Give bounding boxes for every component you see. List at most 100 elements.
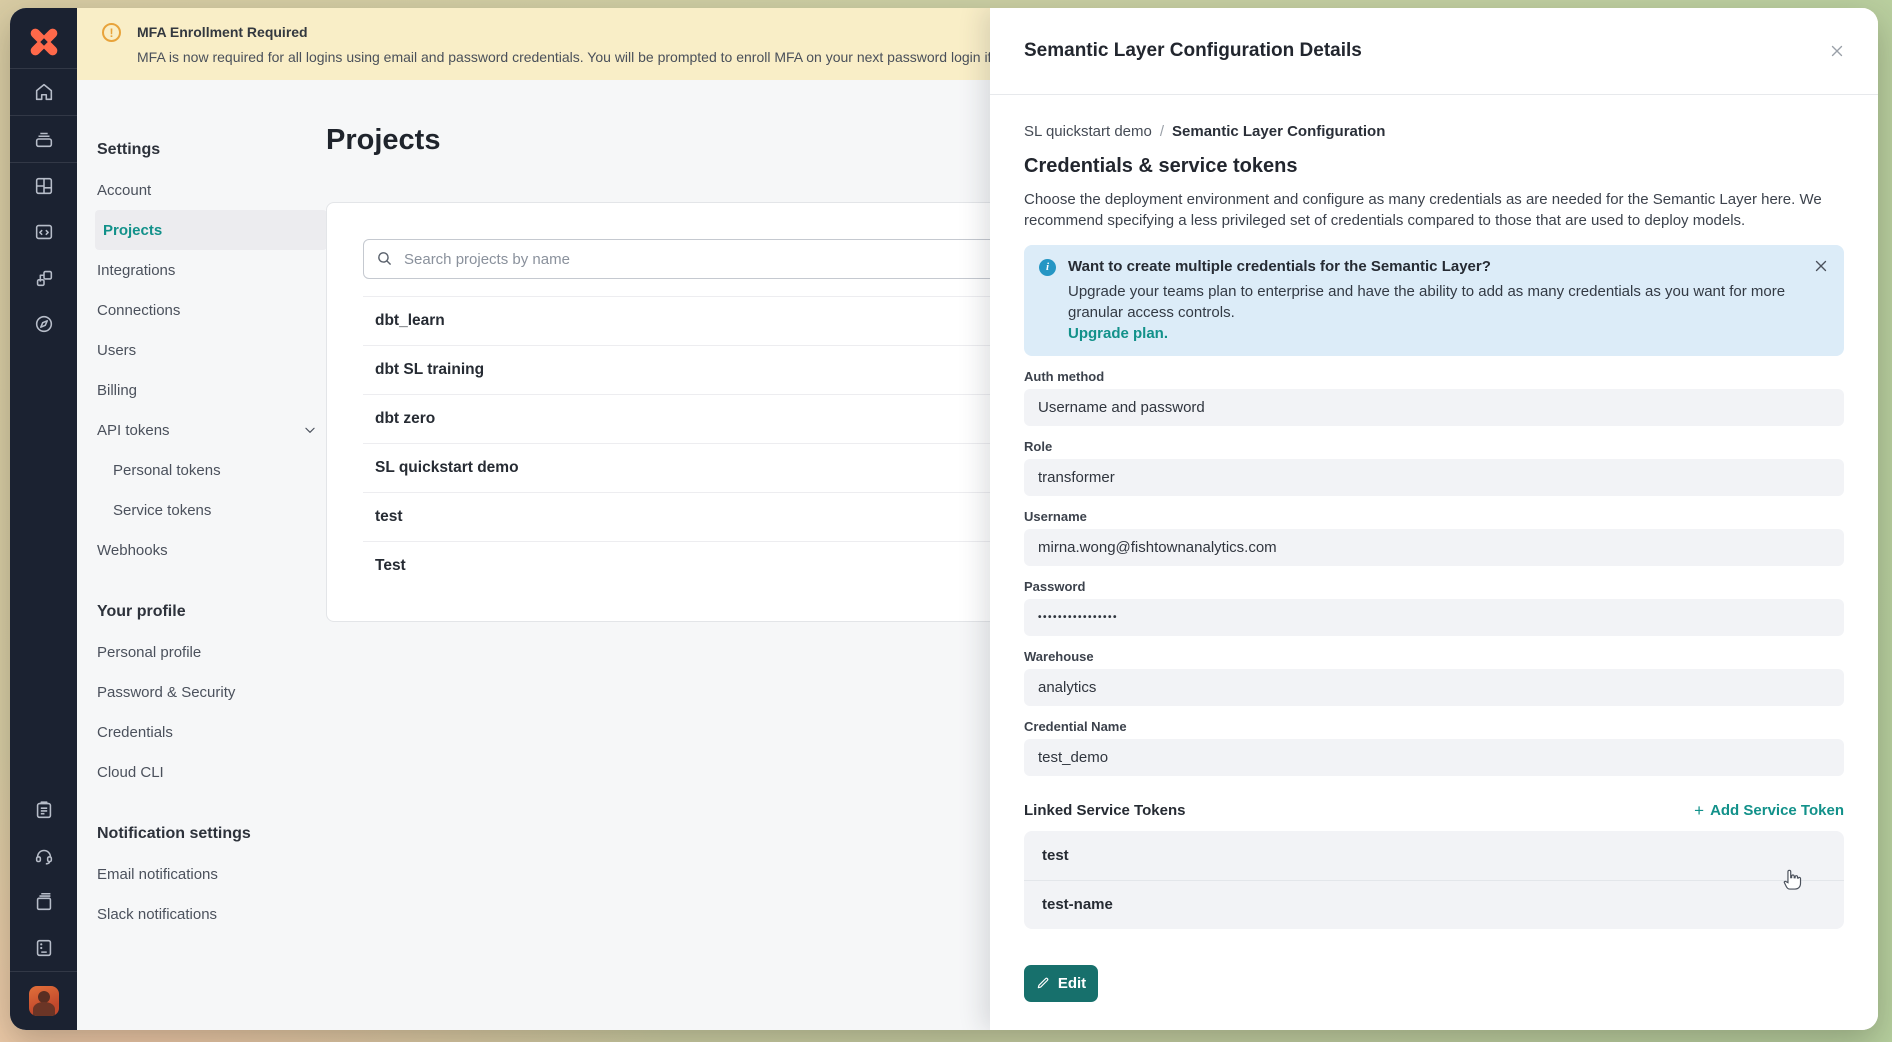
breadcrumb-parent[interactable]: SL quickstart demo [1024, 123, 1152, 140]
sidebar-item-slack-notifications[interactable]: Slack notifications [95, 894, 327, 934]
linked-tokens-title: Linked Service Tokens [1024, 802, 1694, 819]
sidebar-item-label: Billing [97, 382, 137, 399]
nav-section-gap [95, 792, 327, 814]
sidebar-item-connections[interactable]: Connections [95, 290, 327, 330]
dbt-logo[interactable] [10, 16, 77, 68]
docs-icon[interactable] [10, 879, 77, 925]
section-description: Choose the deployment environment and co… [1024, 189, 1844, 232]
environment-title: Environment [1024, 1028, 1844, 1030]
sidebar-item-label: Slack notifications [97, 906, 217, 923]
panel-body: SL quickstart demo / Semantic Layer Config… [990, 95, 1878, 1030]
warning-icon: ! [102, 23, 121, 42]
nav-section-header-settings: Settings [95, 130, 327, 170]
deploy-icon[interactable] [10, 116, 77, 162]
chevron-down-icon [303, 423, 317, 437]
sidebar-item-personal-tokens[interactable]: Personal tokens [95, 450, 327, 490]
icon-rail [10, 8, 77, 1030]
field-label: Auth method [1024, 369, 1844, 384]
settings-nav: Settings Account Projects Integrations Conne… [95, 130, 327, 934]
sidebar-item-label: Cloud CLI [97, 764, 164, 781]
sidebar-item-label: Password & Security [97, 684, 235, 701]
pencil-icon [1036, 976, 1050, 990]
nav-section-header-your-profile: Your profile [95, 592, 327, 632]
field-role: Roletransformer [1024, 439, 1844, 496]
close-icon[interactable] [1824, 38, 1850, 64]
page-title: Projects [326, 124, 440, 157]
semantic-layer-panel: Semantic Layer Configuration Details SL … [990, 8, 1878, 1030]
field-value-warehouse[interactable]: analytics [1024, 669, 1844, 706]
search-icon [376, 250, 393, 272]
info-banner-body: Upgrade your teams plan to enterprise an… [1068, 281, 1796, 323]
sidebar-item-label: Projects [103, 222, 162, 239]
field-label: Credential Name [1024, 719, 1844, 734]
panel-header: Semantic Layer Configuration Details [990, 8, 1878, 95]
sidebar-item-label: Connections [97, 302, 180, 319]
field-value-auth-method[interactable]: Username and password [1024, 389, 1844, 426]
linked-tokens-list: testtest-name [1024, 831, 1844, 929]
upgrade-plan-link[interactable]: Upgrade plan. [1068, 325, 1168, 342]
field-value-password[interactable]: •••••••••••••••• [1024, 599, 1844, 636]
branch-icon[interactable] [10, 255, 77, 301]
field-username: Usernamemirna.wong@fishtownanalytics.com [1024, 509, 1844, 566]
nav-section-header-notification-settings: Notification settings [95, 814, 327, 854]
credential-fields: Auth method Username and password Roletran… [1024, 369, 1844, 776]
sidebar-item-billing[interactable]: Billing [95, 370, 327, 410]
clipboard-icon[interactable] [10, 787, 77, 833]
breadcrumb: SL quickstart demo / Semantic Layer Config… [1024, 123, 1844, 140]
sidebar-item-api-tokens[interactable]: API tokens [95, 410, 327, 450]
user-avatar[interactable] [29, 986, 59, 1016]
edit-button-label: Edit [1058, 975, 1086, 992]
sidebar-item-cloud-cli[interactable]: Cloud CLI [95, 752, 327, 792]
field-value-credential-name[interactable]: test_demo [1024, 739, 1844, 776]
service-token-row-test-name: test-name [1024, 880, 1844, 929]
field-value-username[interactable]: mirna.wong@fishtownanalytics.com [1024, 529, 1844, 566]
breadcrumb-separator: / [1160, 123, 1164, 140]
explore-icon[interactable] [10, 301, 77, 347]
dashboard-icon[interactable] [10, 163, 77, 209]
upgrade-info-banner: i Want to create multiple credentials fo… [1024, 245, 1844, 356]
field-auth-method: Auth method Username and password [1024, 369, 1844, 426]
main-content: ! MFA Enrollment Required MFA is now req… [77, 8, 1878, 1030]
panel-title: Semantic Layer Configuration Details [1024, 40, 1824, 62]
sidebar-item-personal-profile[interactable]: Personal profile [95, 632, 327, 672]
field-label: Password [1024, 579, 1844, 594]
mfa-banner-message: MFA is now required for all logins using… [137, 49, 1090, 65]
field-warehouse: Warehouse analytics [1024, 649, 1844, 706]
sidebar-item-label: Personal profile [97, 644, 201, 661]
sidebar-item-users[interactable]: Users [95, 330, 327, 370]
sidebar-item-service-tokens[interactable]: Service tokens [95, 490, 327, 530]
mfa-banner-title: MFA Enrollment Required [137, 24, 308, 40]
sidebar-item-label: API tokens [97, 422, 170, 439]
sidebar-item-email-notifications[interactable]: Email notifications [95, 854, 327, 894]
add-service-token-button[interactable]: + Add Service Token [1694, 802, 1844, 819]
sidebar-item-webhooks[interactable]: Webhooks [95, 530, 327, 570]
sidebar-item-integrations[interactable]: Integrations [95, 250, 327, 290]
sidebar-item-label: Email notifications [97, 866, 218, 883]
edit-button[interactable]: Edit [1024, 965, 1098, 1002]
changelog-icon[interactable] [10, 925, 77, 971]
close-icon[interactable] [1812, 257, 1830, 280]
field-credential-name: Credential Name test_demo [1024, 719, 1844, 776]
info-banner-title: Want to create multiple credentials for … [1068, 258, 1796, 275]
sidebar-item-password-security[interactable]: Password & Security [95, 672, 327, 712]
support-headset-icon[interactable] [10, 833, 77, 879]
sidebar-item-label: Integrations [97, 262, 175, 279]
field-label: Warehouse [1024, 649, 1844, 664]
sidebar-item-label: Webhooks [97, 542, 168, 559]
develop-icon[interactable] [10, 209, 77, 255]
sidebar-item-account[interactable]: Account [95, 170, 327, 210]
nav-section-gap [95, 570, 327, 592]
app-window: ! MFA Enrollment Required MFA is now req… [10, 8, 1878, 1030]
sidebar-item-label: Service tokens [113, 502, 211, 519]
home-icon[interactable] [10, 69, 77, 115]
sidebar-item-label: Users [97, 342, 136, 359]
sidebar-item-projects[interactable]: Projects [95, 210, 327, 250]
service-token-row-test: test [1024, 831, 1844, 880]
plus-icon: + [1694, 802, 1704, 819]
section-title: Credentials & service tokens [1024, 155, 1844, 178]
breadcrumb-current: Semantic Layer Configuration [1172, 123, 1385, 140]
sidebar-item-label: Account [97, 182, 151, 199]
field-value-role[interactable]: transformer [1024, 459, 1844, 496]
sidebar-item-credentials[interactable]: Credentials [95, 712, 327, 752]
add-service-token-label: Add Service Token [1710, 802, 1844, 819]
